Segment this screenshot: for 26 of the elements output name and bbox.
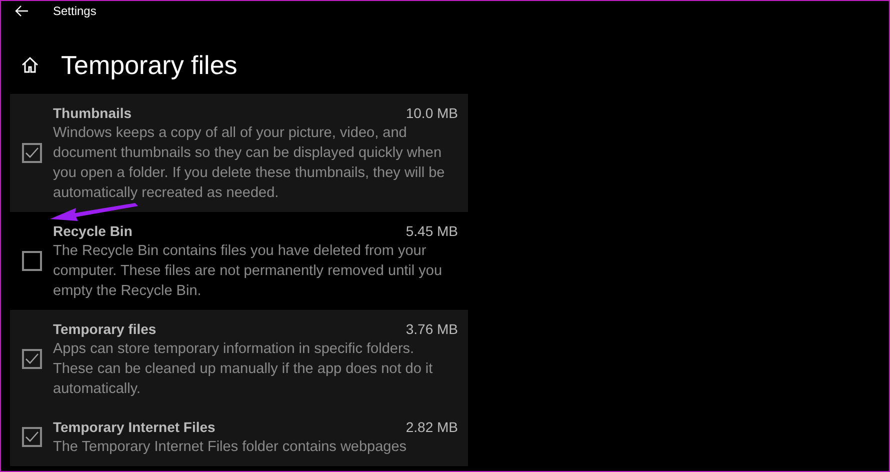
item-name: Temporary Internet Files <box>53 418 216 437</box>
checkbox[interactable] <box>22 251 42 271</box>
window-title: Settings <box>53 4 96 18</box>
item-size: 3.76 MB <box>406 320 458 339</box>
checkbox[interactable] <box>22 349 42 369</box>
item-size: 10.0 MB <box>406 104 458 123</box>
file-category-item[interactable]: Temporary files 3.76 MB Apps can store temporary information in specific folders. These can be cleaned up manually if the app does not do it automatically. <box>10 310 468 408</box>
item-description: The Recycle Bin contains files you have deleted from your computer. These files are not permanently removed until you empty the Recycle Bin. <box>53 242 444 301</box>
item-description: The Temporary Internet Files folder contains webpages <box>53 438 408 457</box>
item-name: Recycle Bin <box>53 222 132 241</box>
page-title: Temporary files <box>61 50 238 80</box>
item-name: Temporary files <box>53 320 156 339</box>
item-size: 2.82 MB <box>406 418 458 437</box>
item-name: Thumbnails <box>53 104 132 123</box>
checkbox[interactable] <box>22 427 42 447</box>
home-icon[interactable] <box>21 56 39 74</box>
back-icon[interactable] <box>15 5 29 17</box>
item-description: Windows keeps a copy of all of your picture, video, and document thumbnails so they can be displayed quickly when you open a folder. If you delete these thumbnails, they will be automatically recreated as needed. <box>53 124 446 203</box>
checkbox[interactable] <box>22 143 42 163</box>
item-description: Apps can store temporary information in specific folders. These can be cleaned up manually if the app does not do it automatically. <box>53 340 434 399</box>
item-size: 5.45 MB <box>406 222 458 241</box>
check-icon <box>25 147 39 159</box>
file-category-item[interactable]: Temporary Internet Files 2.82 MB The Temporary Internet Files folder contains webpages <box>10 408 468 466</box>
check-icon <box>25 431 39 443</box>
file-category-item[interactable] <box>10 94 468 212</box>
check-icon <box>25 353 39 365</box>
